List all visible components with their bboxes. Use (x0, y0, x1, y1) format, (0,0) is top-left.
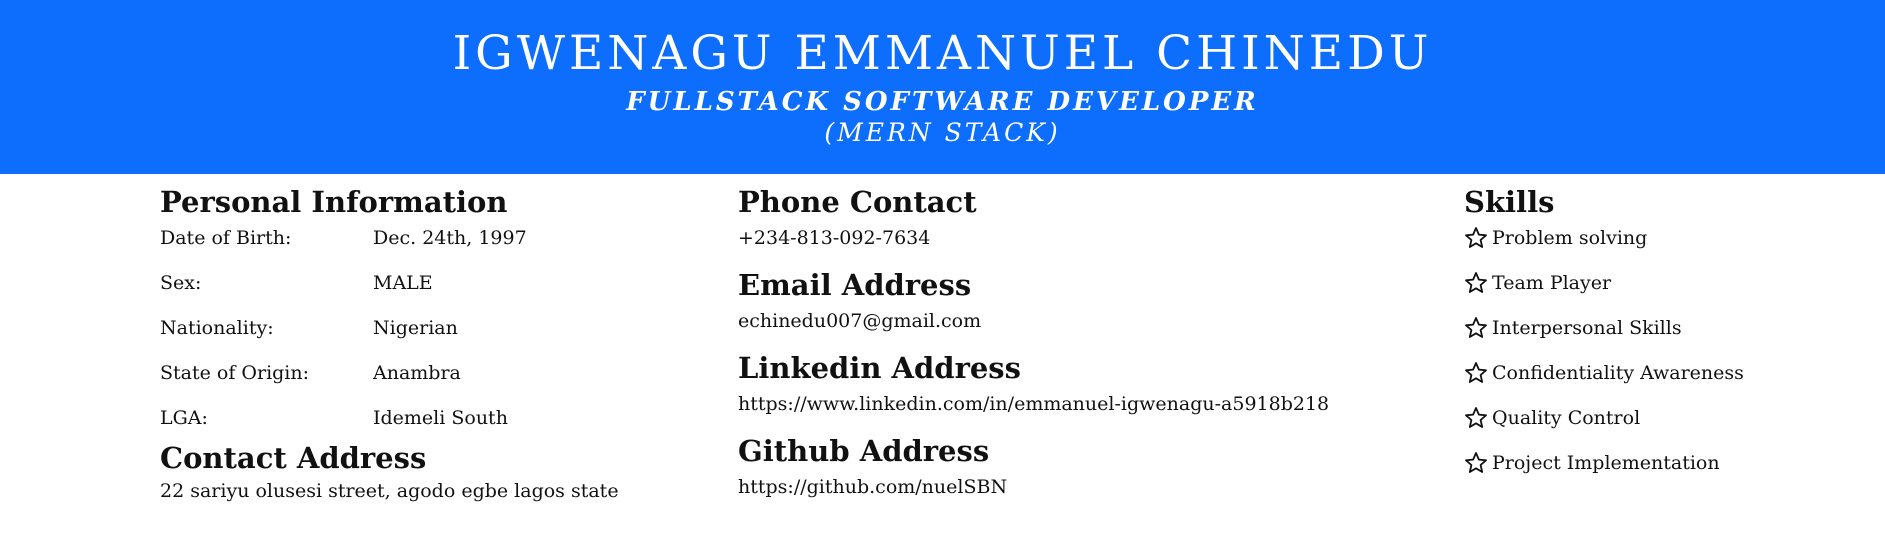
linkedin-heading: Linkedin Address (738, 351, 1021, 385)
info-value: Dec. 24th, 1997 (373, 227, 527, 249)
skill-label: Interpersonal Skills (1492, 317, 1682, 339)
info-value: Anambra (373, 362, 461, 384)
info-row-dob: Date of Birth: Dec. 24th, 1997 (160, 224, 720, 269)
info-label: State of Origin: (160, 362, 310, 384)
skill-label: Problem solving (1492, 227, 1648, 249)
info-value: MALE (373, 272, 433, 294)
phone-value: +234-813-092-7634 (738, 227, 931, 249)
job-title: FULLSTACK SOFTWARE DEVELOPER (626, 87, 1259, 117)
skills-column: Skills Problem solving Team Player Inter… (1464, 180, 1864, 494)
star-outline-icon (1465, 362, 1487, 383)
resume-header: IGWENAGU EMMANUEL CHINEDU FULLSTACK SOFT… (0, 0, 1885, 174)
info-value: Idemeli South (373, 407, 508, 429)
info-row-state: State of Origin: Anambra (160, 359, 720, 404)
skill-item: Confidentiality Awareness (1464, 359, 1864, 404)
star-outline-icon (1465, 452, 1487, 473)
tech-stack: (MERN STACK) (824, 118, 1061, 147)
info-label: LGA: (160, 407, 208, 429)
info-label: Sex: (160, 272, 202, 294)
contact-address-value: 22 sariyu olusesi street, agodo egbe lag… (160, 480, 619, 502)
phone-heading: Phone Contact (738, 185, 977, 219)
skill-item: Team Player (1464, 269, 1864, 314)
github-heading: Github Address (738, 434, 990, 468)
linkedin-link[interactable]: https://www.linkedin.com/in/emmanuel-igw… (738, 390, 1418, 429)
contact-address-heading: Contact Address (160, 441, 427, 475)
contact-column: Phone Contact +234-813-092-7634 Email Ad… (738, 180, 1418, 512)
personal-column: Personal Information Date of Birth: Dec.… (160, 180, 720, 504)
star-outline-icon (1465, 317, 1487, 338)
skill-label: Confidentiality Awareness (1492, 362, 1744, 384)
star-outline-icon (1465, 272, 1487, 293)
info-row-lga: LGA: Idemeli South (160, 404, 720, 438)
skill-label: Team Player (1492, 272, 1612, 294)
skill-label: Project Implementation (1492, 452, 1720, 474)
skills-heading: Skills (1464, 185, 1555, 219)
github-link[interactable]: https://github.com/nuelSBN (738, 473, 1418, 512)
info-row-nationality: Nationality: Nigerian (160, 314, 720, 359)
info-row-sex: Sex: MALE (160, 269, 720, 314)
star-outline-icon (1465, 407, 1487, 428)
skill-label: Quality Control (1492, 407, 1641, 429)
info-label: Nationality: (160, 317, 274, 339)
skill-item: Project Implementation (1464, 449, 1864, 494)
skill-item: Quality Control (1464, 404, 1864, 449)
star-outline-icon (1465, 227, 1487, 248)
email-value[interactable]: echinedu007@gmail.com (738, 307, 1418, 346)
skill-item: Problem solving (1464, 224, 1864, 269)
personal-info-heading: Personal Information (160, 185, 508, 219)
skill-item: Interpersonal Skills (1464, 314, 1864, 359)
info-label: Date of Birth: (160, 227, 292, 249)
full-name: IGWENAGU EMMANUEL CHINEDU (452, 26, 1433, 81)
info-value: Nigerian (373, 317, 458, 339)
email-heading: Email Address (738, 268, 972, 302)
